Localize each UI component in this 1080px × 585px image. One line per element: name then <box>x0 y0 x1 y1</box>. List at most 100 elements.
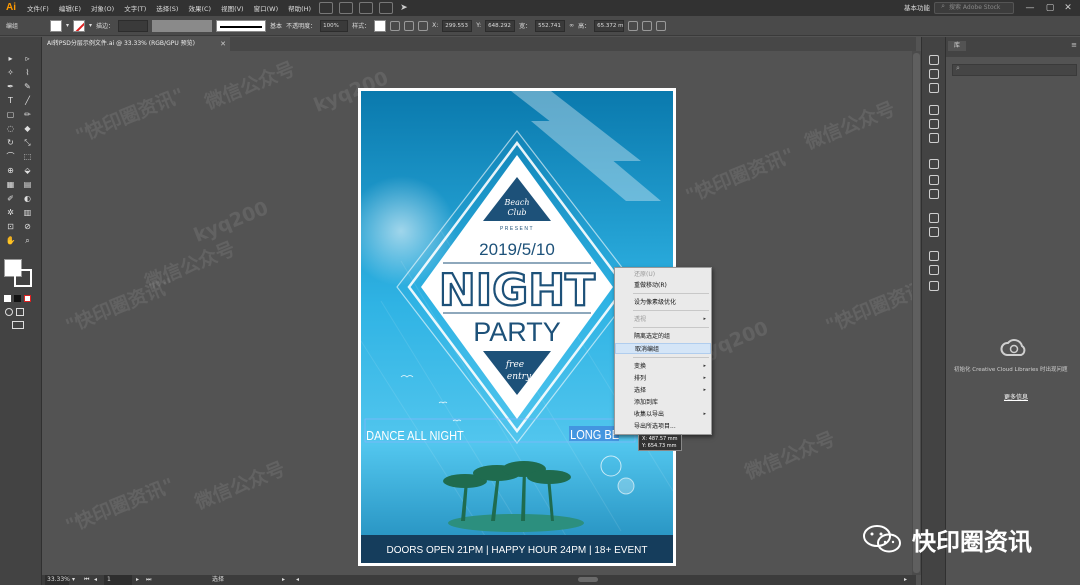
graph-tool-icon[interactable]: ▥ <box>22 208 33 218</box>
scroll-thumb[interactable] <box>913 53 920 573</box>
menu-help[interactable]: 帮助(H) <box>283 3 316 13</box>
first-page-icon[interactable]: ⏮ <box>84 575 89 585</box>
menu-type[interactable]: 文字(T) <box>119 3 151 13</box>
close-tab-icon[interactable]: ✕ <box>220 37 226 51</box>
menu-effect[interactable]: 效果(C) <box>183 3 216 13</box>
libraries-tab[interactable]: 库 <box>948 41 966 51</box>
layers-icon[interactable] <box>929 265 939 275</box>
vertical-scrollbar[interactable] <box>912 51 921 575</box>
curvature-tool-icon[interactable]: ✎ <box>22 82 33 92</box>
menu-file[interactable]: 文件(F) <box>22 3 54 13</box>
transform-icon[interactable] <box>418 20 429 31</box>
stroke-swatch[interactable] <box>73 19 86 32</box>
library-search-input[interactable] <box>952 64 1077 76</box>
stock-search-input[interactable]: 搜索 Adobe Stock <box>934 2 1014 14</box>
page-field[interactable]: 1 <box>104 575 132 585</box>
menu-object[interactable]: 对象(O) <box>86 3 119 13</box>
free-transform-tool-icon[interactable]: ⬚ <box>22 152 33 162</box>
next-page-icon[interactable]: ▸ <box>136 575 139 585</box>
ctx-redo[interactable]: 重做移动(R) <box>615 280 711 291</box>
document-tab[interactable]: AI转PSD分层示例文件.ai @ 33.33% (RGB/GPU 预览) ✕ <box>42 37 230 51</box>
color-guide-icon[interactable] <box>929 69 939 79</box>
panel-menu-icon[interactable]: ≡ <box>1071 41 1077 49</box>
gradient-mode-icon[interactable] <box>14 295 21 302</box>
slice-tool-icon[interactable]: ⊘ <box>22 222 33 232</box>
rotate-tool-icon[interactable]: ↻ <box>5 138 16 148</box>
arrange-documents-icon[interactable] <box>339 2 354 14</box>
horizontal-scroll-thumb[interactable] <box>578 577 598 582</box>
chevron-down-icon[interactable]: ▾ <box>89 22 92 29</box>
menu-edit[interactable]: 编辑(E) <box>54 3 86 13</box>
ctx-pixel-perfect[interactable]: 设为像素级优化 <box>615 297 711 308</box>
swatches-icon[interactable] <box>929 83 939 93</box>
appearance-icon[interactable] <box>929 213 939 223</box>
ctx-transform[interactable]: 变换 ▸ <box>615 361 711 372</box>
align-icon[interactable] <box>404 20 415 31</box>
maximize-button[interactable]: ▢ <box>1042 2 1058 14</box>
brush-icon[interactable] <box>379 2 394 14</box>
artboard-tool-icon[interactable]: ⊡ <box>5 222 16 232</box>
transform-options-icon[interactable] <box>628 20 639 31</box>
ctx-perspective[interactable]: 透视 ▸ <box>615 314 711 325</box>
zoom-field[interactable]: 33.33% <box>45 575 70 585</box>
variable-width-profile[interactable] <box>152 19 213 32</box>
color-panel-icon[interactable] <box>929 55 939 65</box>
pen-tool-icon[interactable]: ✒ <box>5 82 16 92</box>
grid-icon[interactable] <box>359 2 374 14</box>
panel-menu-icon[interactable] <box>656 20 667 31</box>
chevron-down-icon[interactable]: ▾ <box>66 22 69 29</box>
ctx-ungroup[interactable]: 取消编组 <box>615 343 711 354</box>
zoom-tool-icon[interactable]: ⌕ <box>22 236 33 246</box>
play-icon[interactable]: ▸ <box>282 575 285 585</box>
send-icon[interactable]: ➤ <box>400 3 408 13</box>
line-segment-tool-icon[interactable]: ╱ <box>22 96 33 106</box>
artboards-icon[interactable] <box>929 281 939 291</box>
prev-page-icon[interactable]: ◂ <box>94 575 97 585</box>
stroke-weight-field[interactable] <box>118 19 149 32</box>
stroke-panel-icon[interactable] <box>929 159 939 169</box>
perspective-grid-tool-icon[interactable]: ⬙ <box>22 166 33 176</box>
bridge-icon[interactable] <box>319 2 334 14</box>
selection-tool-icon[interactable]: ▸ <box>5 54 16 64</box>
brush-definition[interactable] <box>216 19 267 32</box>
minimize-button[interactable]: — <box>1022 2 1038 14</box>
asset-export-icon[interactable] <box>929 251 939 261</box>
draw-normal-icon[interactable] <box>5 308 13 316</box>
gradient-tool-icon[interactable]: ▤ <box>22 180 33 190</box>
magic-wand-tool-icon[interactable]: ✧ <box>5 68 16 78</box>
ctx-export-selection[interactable]: 导出所选项目... <box>615 421 711 432</box>
warp-tool-icon[interactable]: ⌒ <box>5 152 16 162</box>
prev-arrow-icon[interactable]: ◂ <box>296 575 299 585</box>
ctx-add-to-library[interactable]: 添加到库 <box>615 397 711 408</box>
height-field[interactable]: 65.372 m <box>594 19 625 32</box>
ctx-isolate-group[interactable]: 隔离选定的组 <box>615 331 711 342</box>
isolate-icon[interactable] <box>642 20 653 31</box>
graphic-styles-icon[interactable] <box>929 133 939 143</box>
y-field[interactable]: 648.292 <box>485 19 516 32</box>
draw-behind-icon[interactable] <box>16 308 24 316</box>
transparency-icon[interactable] <box>929 189 939 199</box>
menu-window[interactable]: 窗口(W) <box>249 3 284 13</box>
scale-tool-icon[interactable]: ⤡ <box>22 138 33 148</box>
ctx-undo[interactable]: 还原(U) <box>615 269 711 280</box>
next-arrow-icon[interactable]: ▸ <box>904 575 907 585</box>
link-icon[interactable]: ∞ <box>569 22 574 29</box>
lasso-tool-icon[interactable]: ⌇ <box>22 68 33 78</box>
close-window-button[interactable]: ✕ <box>1060 2 1076 14</box>
workspace-switcher[interactable]: 基本功能 <box>904 2 930 12</box>
type-tool-icon[interactable]: T <box>5 96 16 106</box>
eraser-tool-icon[interactable]: ◆ <box>22 124 33 134</box>
menu-select[interactable]: 选择(S) <box>151 3 183 13</box>
ctx-select[interactable]: 选择 ▸ <box>615 385 711 396</box>
rectangle-tool-icon[interactable]: ▢ <box>5 110 16 120</box>
direct-selection-tool-icon[interactable]: ▹ <box>22 54 33 64</box>
paintbrush-tool-icon[interactable]: ✏ <box>22 110 33 120</box>
symbol-sprayer-tool-icon[interactable]: ✲ <box>5 208 16 218</box>
gradient-panel-icon[interactable] <box>929 175 939 185</box>
symbols-icon[interactable] <box>929 119 939 129</box>
width-field[interactable]: 552.741 <box>535 19 566 32</box>
screen-mode-icon[interactable] <box>12 321 24 329</box>
fill-swatch[interactable] <box>50 19 62 32</box>
color-mode-icon[interactable] <box>4 295 11 302</box>
chevron-down-icon[interactable]: ▾ <box>72 575 75 585</box>
